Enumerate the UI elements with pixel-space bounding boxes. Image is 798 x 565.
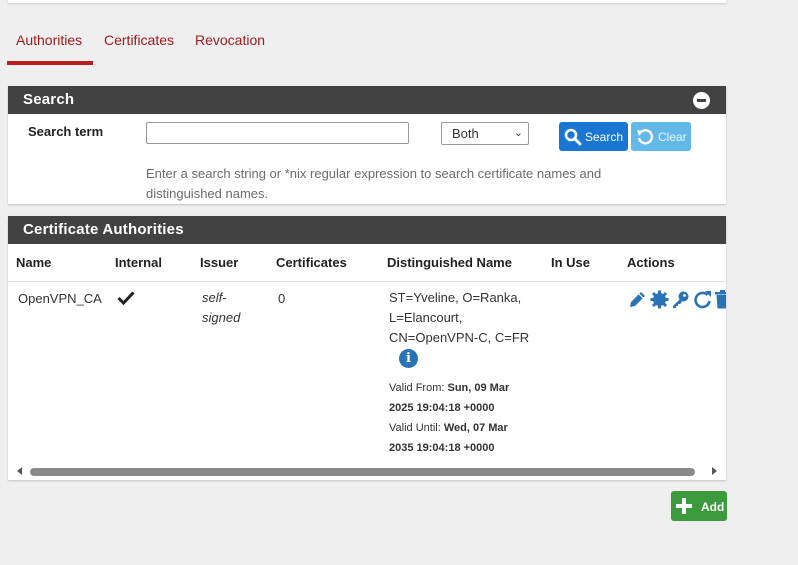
header-divider bbox=[8, 281, 726, 282]
gear-icon[interactable] bbox=[650, 290, 669, 309]
ca-issuer-line2: signed bbox=[202, 310, 241, 325]
column-header-name[interactable]: Name bbox=[16, 255, 51, 270]
plus-icon bbox=[676, 498, 692, 514]
valid-from-label: Valid From: bbox=[389, 382, 445, 394]
dn-line: ST=Yveline, O=Ranka, bbox=[389, 290, 522, 305]
dn-line: CN=OpenVPN-C, C=FR bbox=[389, 330, 530, 345]
search-scope-value: Both bbox=[452, 126, 479, 141]
search-panel-header: Search bbox=[8, 86, 726, 114]
ca-issuer-line1: self- bbox=[202, 290, 227, 305]
search-scope-select[interactable]: Both ⌄ bbox=[441, 122, 529, 145]
active-tab-indicator bbox=[7, 61, 93, 65]
column-header-internal[interactable]: Internal bbox=[115, 255, 162, 270]
search-button[interactable]: Search bbox=[559, 122, 628, 151]
clear-button-label: Clear bbox=[658, 130, 687, 144]
collapse-icon[interactable] bbox=[693, 92, 710, 109]
search-button-label: Search bbox=[585, 130, 624, 144]
horizontal-scrollbar[interactable] bbox=[8, 463, 726, 480]
scrollbar-thumb[interactable] bbox=[30, 468, 695, 476]
column-header-in-use[interactable]: In Use bbox=[551, 255, 590, 270]
add-button-label: Add bbox=[701, 500, 725, 514]
search-input[interactable] bbox=[146, 122, 409, 144]
column-header-distinguished-name[interactable]: Distinguished Name bbox=[387, 255, 512, 270]
ca-distinguished-name: ST=Yveline, O=Ranka, L=Elancourt, CN=Ope… bbox=[389, 288, 529, 348]
tab-authorities[interactable]: Authorities bbox=[16, 32, 82, 48]
ca-validity: Valid From: Sun, 09 Mar 2025 19:04:18 +0… bbox=[389, 378, 509, 458]
checkmark-icon bbox=[117, 291, 135, 305]
valid-until-label: Valid Until: bbox=[389, 422, 441, 434]
undo-icon bbox=[637, 129, 654, 145]
ca-name: OpenVPN_CA bbox=[18, 291, 102, 306]
scroll-right-icon[interactable] bbox=[712, 467, 717, 475]
chevron-down-icon: ⌄ bbox=[513, 127, 523, 139]
top-panel-edge bbox=[8, 0, 726, 3]
ca-issuer: self- signed bbox=[202, 288, 240, 328]
column-header-certificates[interactable]: Certificates bbox=[276, 255, 347, 270]
info-icon[interactable] bbox=[399, 349, 418, 368]
ca-panel-title: Certificate Authorities bbox=[23, 221, 184, 238]
ca-certificate-count: 0 bbox=[278, 291, 286, 306]
pencil-icon[interactable] bbox=[628, 290, 647, 309]
search-icon bbox=[564, 128, 582, 146]
search-help-text: Enter a search string or *nix regular ex… bbox=[146, 166, 602, 201]
column-header-actions: Actions bbox=[627, 255, 675, 270]
trash-icon[interactable] bbox=[715, 290, 726, 309]
valid-until-date: Wed, 07 Mar bbox=[443, 422, 508, 434]
tab-revocation[interactable]: Revocation bbox=[195, 32, 265, 48]
dn-line: L=Elancourt, bbox=[389, 310, 463, 325]
key-icon[interactable] bbox=[671, 290, 690, 309]
valid-from-date: Sun, 09 Mar bbox=[447, 382, 510, 394]
certificate-authorities-panel: Certificate Authorities Name Internal Is… bbox=[8, 216, 726, 480]
valid-from-time: 2025 19:04:18 +0000 bbox=[389, 402, 495, 414]
valid-until-time: 2035 19:04:18 +0000 bbox=[389, 442, 495, 454]
column-header-issuer[interactable]: Issuer bbox=[200, 255, 238, 270]
ca-panel-header: Certificate Authorities bbox=[8, 216, 726, 244]
scroll-left-icon[interactable] bbox=[17, 467, 22, 475]
search-panel-title: Search bbox=[23, 91, 75, 108]
tab-certificates[interactable]: Certificates bbox=[104, 32, 174, 48]
add-button[interactable]: Add bbox=[671, 491, 727, 521]
search-term-label: Search term bbox=[28, 124, 104, 139]
refresh-icon[interactable] bbox=[693, 290, 712, 309]
clear-button[interactable]: Clear bbox=[631, 122, 691, 151]
search-panel: Search Search term Both ⌄ Search Clear E… bbox=[8, 86, 726, 204]
